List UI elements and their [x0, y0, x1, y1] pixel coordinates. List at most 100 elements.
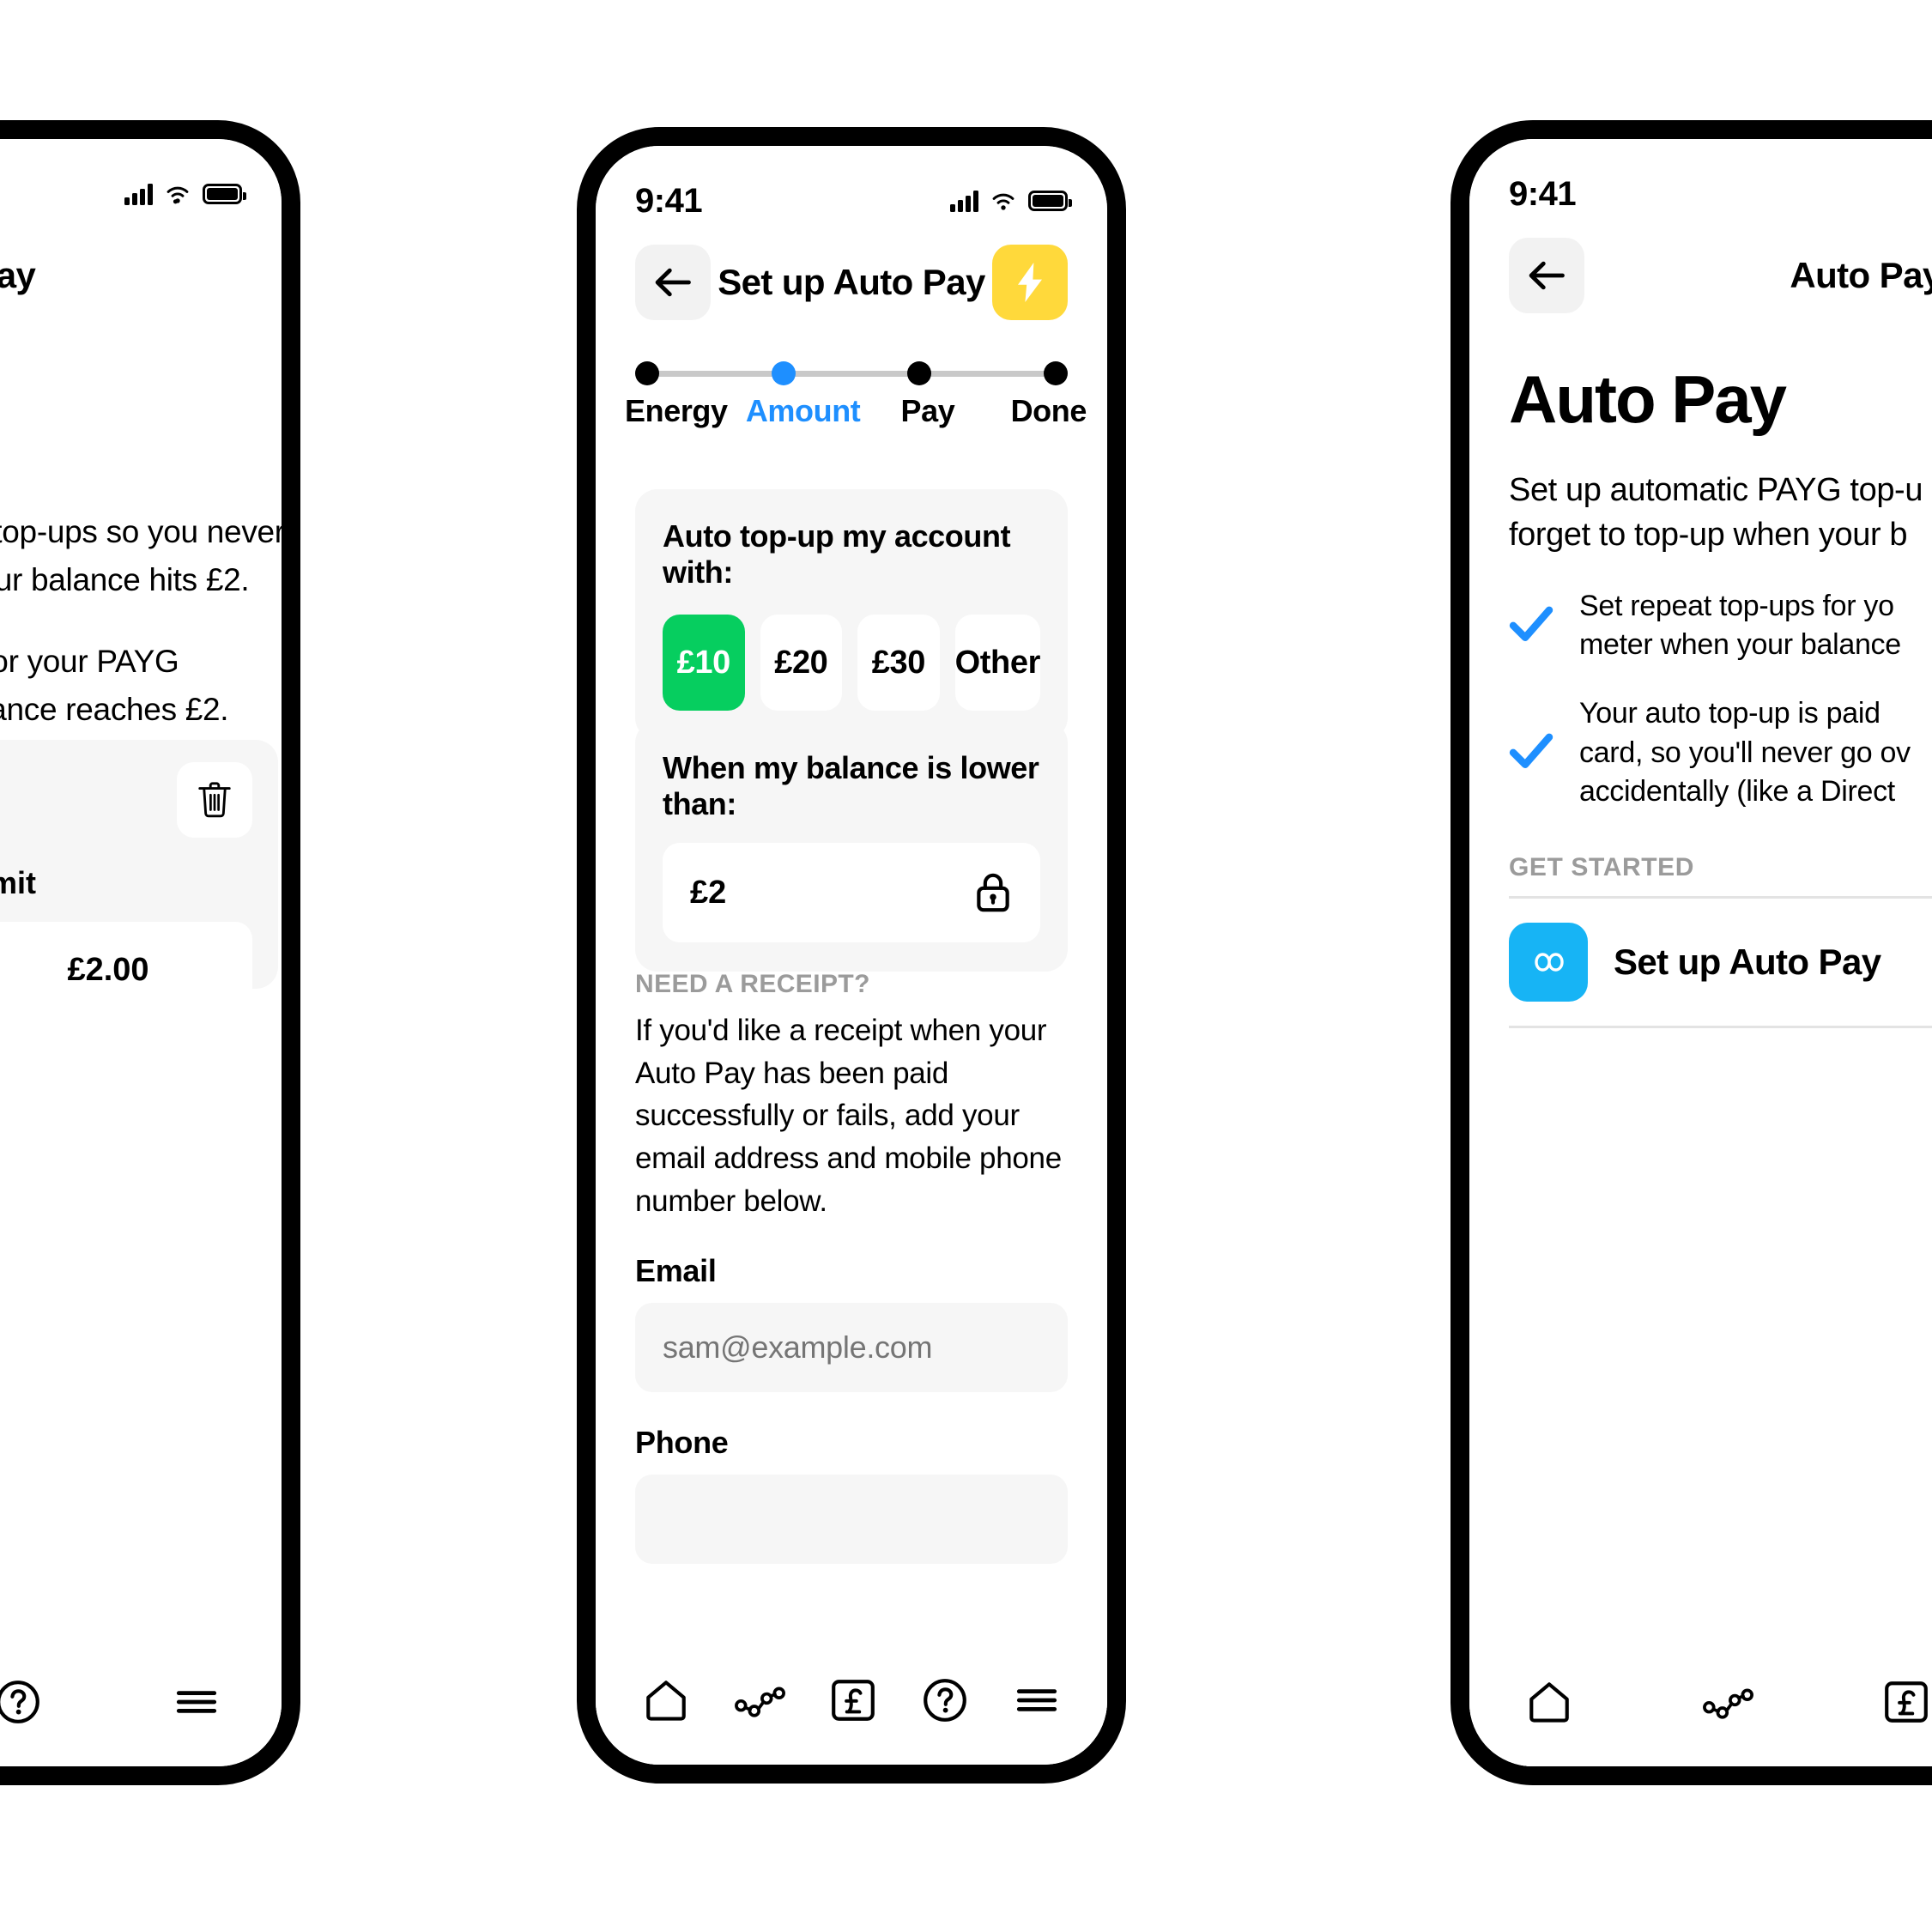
right-intro-line-2: forget to top-up when your b	[1509, 517, 1908, 554]
amount-option-30[interactable]: £30	[857, 615, 940, 711]
back-arrow-icon	[1529, 261, 1565, 290]
intro-line-4: your balance reaches £2.	[0, 691, 229, 727]
wifi-icon	[992, 193, 1014, 210]
right-content: Auto Pay Set up automatic PAYG top-u for…	[1509, 360, 1932, 1028]
cellular-signal-icon	[950, 190, 978, 212]
get-started-eyebrow: GET STARTED	[1509, 852, 1695, 881]
step-dot-pay[interactable]	[907, 361, 932, 385]
status-time-right: 9:41	[1509, 174, 1577, 213]
quick-action-button[interactable]	[992, 245, 1068, 320]
phone-center-screen: 9:41 Set up Auto Pay Energy Amount Pay D…	[596, 146, 1107, 1765]
pound-meter-icon	[832, 1680, 875, 1721]
step-label-amount[interactable]: Amount	[746, 393, 861, 429]
check-icon	[1509, 733, 1553, 773]
check-icon	[1509, 606, 1553, 646]
topup-amount-options: £10 £20 £30 Other	[663, 615, 1040, 711]
topup-amount-card: Auto top-up my account with: £10 £20 £30…	[635, 489, 1068, 740]
tab-home-center[interactable]	[641, 1675, 691, 1725]
setup-stepper: Energy Amount Pay Done	[625, 360, 1087, 429]
benefit-text-1: Set repeat top-ups for yo meter when you…	[1579, 587, 1901, 665]
step-label-done[interactable]: Done	[1011, 393, 1087, 429]
benefit-1-line-2: meter when your balance	[1579, 628, 1901, 662]
credit-limit-value[interactable]: £2.00	[0, 922, 252, 1018]
status-bar-center: 9:41	[596, 175, 1107, 227]
battery-icon	[1028, 191, 1072, 211]
step-dot-amount[interactable]	[771, 361, 796, 385]
lock-icon	[977, 873, 1009, 912]
benefit-2-line-2: card, so you'll never go ov	[1579, 736, 1911, 769]
tab-bar-center	[596, 1636, 1107, 1765]
tab-help-center[interactable]	[920, 1675, 970, 1725]
back-button-center[interactable]	[635, 245, 711, 320]
back-button-right[interactable]	[1509, 238, 1584, 313]
step-label-pay[interactable]: Pay	[901, 393, 955, 429]
tab-menu-left[interactable]	[172, 1677, 221, 1727]
phone-left: Auto Pay c PAYG top-ups so you never whe…	[0, 120, 300, 1785]
phone-label: Phone	[635, 1425, 729, 1461]
stepper-track	[635, 360, 1068, 386]
benefit-2-line-3: accidentally (like a Direct	[1579, 775, 1895, 809]
email-input[interactable]	[635, 1303, 1068, 1393]
tab-pound-meter-center[interactable]	[828, 1675, 878, 1725]
status-icons-center	[950, 190, 1072, 212]
set-up-auto-pay-row[interactable]: Set up Auto Pay	[1509, 895, 1932, 1028]
receipt-eyebrow: NEED A RECEIPT?	[635, 970, 870, 998]
phone-right: 9:41 Auto Pay Auto Pay Set up automatic …	[1451, 120, 1932, 1785]
status-icons-left	[124, 183, 246, 205]
tab-help-left[interactable]	[0, 1677, 43, 1727]
nav-bar-right: Auto Pay	[1469, 228, 1932, 323]
balance-threshold-card: When my balance is lower than: £2	[635, 721, 1068, 972]
page-title-right: Auto Pay	[1790, 255, 1932, 295]
intro-line-2: when your balance hits £2.	[0, 561, 250, 597]
tab-pound-meter-right[interactable]	[1881, 1677, 1931, 1727]
credit-limit-fields: £2.00	[0, 922, 252, 1018]
nav-bar-center: Set up Auto Pay	[596, 235, 1107, 330]
status-time-center: 9:41	[635, 181, 703, 220]
benefit-text-2: Your auto top-up is paid card, so you'll…	[1579, 694, 1911, 812]
threshold-field[interactable]: £2	[663, 843, 1040, 942]
tab-usage-center[interactable]	[733, 1675, 786, 1725]
tab-usage-right[interactable]	[1701, 1677, 1754, 1727]
battery-icon	[203, 184, 246, 204]
cellular-signal-icon	[124, 183, 153, 205]
amount-option-10[interactable]: £10	[663, 615, 745, 711]
hamburger-menu-icon	[1017, 1689, 1057, 1711]
phone-left-screen: Auto Pay c PAYG top-ups so you never whe…	[0, 139, 282, 1766]
credit-limit-label: Credit limit	[0, 865, 36, 900]
tab-bar-left	[0, 1638, 282, 1766]
page-title-left: Auto Pay	[0, 255, 36, 295]
back-arrow-icon	[655, 268, 691, 297]
usage-graph-icon	[734, 1687, 785, 1717]
home-icon	[1529, 1682, 1569, 1723]
step-label-energy[interactable]: Energy	[625, 393, 728, 429]
page-title-center: Set up Auto Pay	[718, 262, 985, 302]
stepper-dots	[635, 361, 1068, 385]
infinity-icon	[1509, 922, 1588, 1002]
benefit-2-line-1: Your auto top-up is paid	[1579, 696, 1881, 730]
tab-menu-center[interactable]	[1012, 1675, 1062, 1725]
phone-input[interactable]	[635, 1475, 1068, 1565]
tab-home-right[interactable]	[1524, 1677, 1574, 1727]
trash-icon	[198, 782, 231, 818]
tab-bar-right	[1469, 1638, 1932, 1766]
email-label: Email	[635, 1253, 717, 1289]
step-dot-energy[interactable]	[635, 361, 659, 385]
credit-limit-card: Credit limit £2.00	[0, 740, 278, 1018]
stepper-labels: Energy Amount Pay Done	[625, 393, 1087, 429]
benefit-1-line-1: Set repeat top-ups for yo	[1579, 589, 1894, 622]
amount-option-20[interactable]: £20	[760, 615, 843, 711]
phone-center: 9:41 Set up Auto Pay Energy Amount Pay D…	[577, 127, 1126, 1784]
step-dot-done[interactable]	[1043, 361, 1068, 385]
topup-card-title: Auto top-up my account with:	[663, 518, 1011, 590]
amount-option-other[interactable]: Other	[954, 615, 1040, 711]
hamburger-menu-icon	[176, 1691, 217, 1713]
lightning-bolt-icon	[1018, 263, 1042, 302]
home-icon	[645, 1681, 686, 1721]
right-intro-line-1: Set up automatic PAYG top-u	[1509, 472, 1923, 508]
benefit-item-1: Set repeat top-ups for yo meter when you…	[1509, 587, 1932, 665]
delete-button[interactable]	[177, 762, 252, 838]
status-bar-right: 9:41	[1469, 168, 1932, 220]
intro-line-3: op-ups for your PAYG	[0, 644, 179, 679]
pound-meter-icon	[1885, 1681, 1928, 1723]
threshold-card-title: When my balance is lower than:	[663, 750, 1039, 821]
